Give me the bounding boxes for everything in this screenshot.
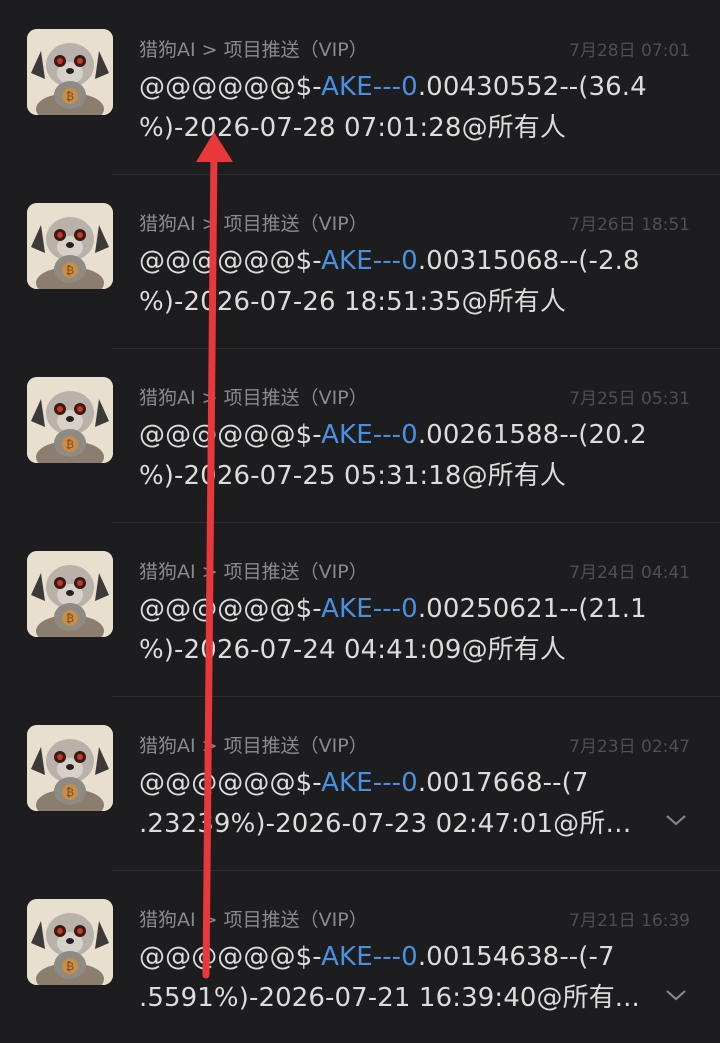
list-item[interactable]: ₿ 猎狗AI > 项目推送（VIP） 7月21日 16:39 @@@@@@$-A… xyxy=(0,871,720,1043)
list-item[interactable]: ₿ 猎狗AI > 项目推送（VIP） 7月23日 02:47 @@@@@@$-A… xyxy=(0,697,720,871)
message-source: 猎狗AI > 项目推送（VIP） xyxy=(139,735,368,757)
message-time: 7月24日 04:41 xyxy=(569,563,690,583)
robot-dog-avatar-icon: ₿ xyxy=(27,551,113,637)
token-link[interactable]: AKE---0 xyxy=(321,594,418,624)
robot-dog-avatar-icon: ₿ xyxy=(27,899,113,985)
message-text[interactable]: @@@@@@$-AKE---0.00261588--(20.2 %)-2026-… xyxy=(139,415,659,497)
message-prefix: @@@@@@$- xyxy=(139,768,322,798)
message-value: .0017668--(7 xyxy=(417,768,589,798)
svg-text:₿: ₿ xyxy=(66,786,74,799)
message-line2: %)-2026-07-26 18:51:35@所有人 xyxy=(139,287,566,317)
message-text[interactable]: @@@@@@$-AKE---0.00430552--(36.4 %)-2026-… xyxy=(139,67,659,149)
robot-dog-avatar-icon: ₿ xyxy=(27,203,113,289)
message-prefix: @@@@@@$- xyxy=(139,942,322,972)
message-source: 猎狗AI > 项目推送（VIP） xyxy=(139,561,368,583)
message-time: 7月23日 02:47 xyxy=(569,737,690,757)
avatar[interactable]: ₿ xyxy=(27,377,113,463)
token-link[interactable]: AKE---0 xyxy=(321,420,418,450)
message-source: 猎狗AI > 项目推送（VIP） xyxy=(139,387,368,409)
message-list: ₿ 猎狗AI > 项目推送（VIP） 7月28日 07:01 @@@@@@$-A… xyxy=(0,0,720,1043)
avatar[interactable]: ₿ xyxy=(27,29,113,115)
token-link[interactable]: AKE---0 xyxy=(321,768,418,798)
message-prefix: @@@@@@$- xyxy=(139,594,322,624)
message-line2: %)-2026-07-25 05:31:18@所有人 xyxy=(139,461,566,491)
message-prefix: @@@@@@$- xyxy=(139,72,322,102)
message-prefix: @@@@@@$- xyxy=(139,246,322,276)
message-line2: %)-2026-07-24 04:41:09@所有人 xyxy=(139,635,566,665)
message-line2: .5591%)-2026-07-21 16:39:40@所有... xyxy=(139,983,640,1013)
list-item[interactable]: ₿ 猎狗AI > 项目推送（VIP） 7月26日 18:51 @@@@@@$-A… xyxy=(0,175,720,349)
message-text[interactable]: @@@@@@$-AKE---0.0017668--(7 .23239%)-202… xyxy=(139,763,654,845)
avatar[interactable]: ₿ xyxy=(27,899,113,985)
message-source: 猎狗AI > 项目推送（VIP） xyxy=(139,39,368,61)
message-value: .00315068--(-2.8 xyxy=(417,246,640,276)
avatar[interactable]: ₿ xyxy=(27,725,113,811)
message-time: 7月25日 05:31 xyxy=(569,389,690,409)
robot-dog-avatar-icon: ₿ xyxy=(27,29,113,115)
message-line2: %)-2026-07-28 07:01:28@所有人 xyxy=(139,113,566,143)
message-value: .00154638--(-7 xyxy=(417,942,615,972)
message-prefix: @@@@@@$- xyxy=(139,420,322,450)
token-link[interactable]: AKE---0 xyxy=(321,942,418,972)
svg-text:₿: ₿ xyxy=(66,90,74,103)
message-text[interactable]: @@@@@@$-AKE---0.00250621--(21.1 %)-2026-… xyxy=(139,589,659,671)
message-time: 7月21日 16:39 xyxy=(569,911,690,931)
token-link[interactable]: AKE---0 xyxy=(321,246,418,276)
avatar[interactable]: ₿ xyxy=(27,203,113,289)
avatar[interactable]: ₿ xyxy=(27,551,113,637)
robot-dog-avatar-icon: ₿ xyxy=(27,725,113,811)
svg-text:₿: ₿ xyxy=(66,438,74,451)
svg-text:₿: ₿ xyxy=(66,264,74,277)
robot-dog-avatar-icon: ₿ xyxy=(27,377,113,463)
chevron-down-icon[interactable] xyxy=(664,808,688,832)
message-source: 猎狗AI > 项目推送（VIP） xyxy=(139,909,368,931)
message-value: .00261588--(20.2 xyxy=(417,420,647,450)
message-time: 7月28日 07:01 xyxy=(569,41,690,61)
list-item[interactable]: ₿ 猎狗AI > 项目推送（VIP） 7月24日 04:41 @@@@@@$-A… xyxy=(0,523,720,697)
token-link[interactable]: AKE---0 xyxy=(321,72,418,102)
message-text[interactable]: @@@@@@$-AKE---0.00315068--(-2.8 %)-2026-… xyxy=(139,241,659,323)
message-source: 猎狗AI > 项目推送（VIP） xyxy=(139,213,368,235)
svg-text:₿: ₿ xyxy=(66,960,74,973)
chevron-down-icon[interactable] xyxy=(664,983,688,1007)
list-item[interactable]: ₿ 猎狗AI > 项目推送（VIP） 7月28日 07:01 @@@@@@$-A… xyxy=(0,0,720,175)
message-text[interactable]: @@@@@@$-AKE---0.00154638--(-7 .5591%)-20… xyxy=(139,937,654,1019)
svg-text:₿: ₿ xyxy=(66,612,74,625)
message-line2: .23239%)-2026-07-23 02:47:01@所有... xyxy=(139,809,654,839)
list-item[interactable]: ₿ 猎狗AI > 项目推送（VIP） 7月25日 05:31 @@@@@@$-A… xyxy=(0,349,720,523)
message-value: .00250621--(21.1 xyxy=(417,594,647,624)
message-value: .00430552--(36.4 xyxy=(417,72,647,102)
message-time: 7月26日 18:51 xyxy=(569,215,690,235)
